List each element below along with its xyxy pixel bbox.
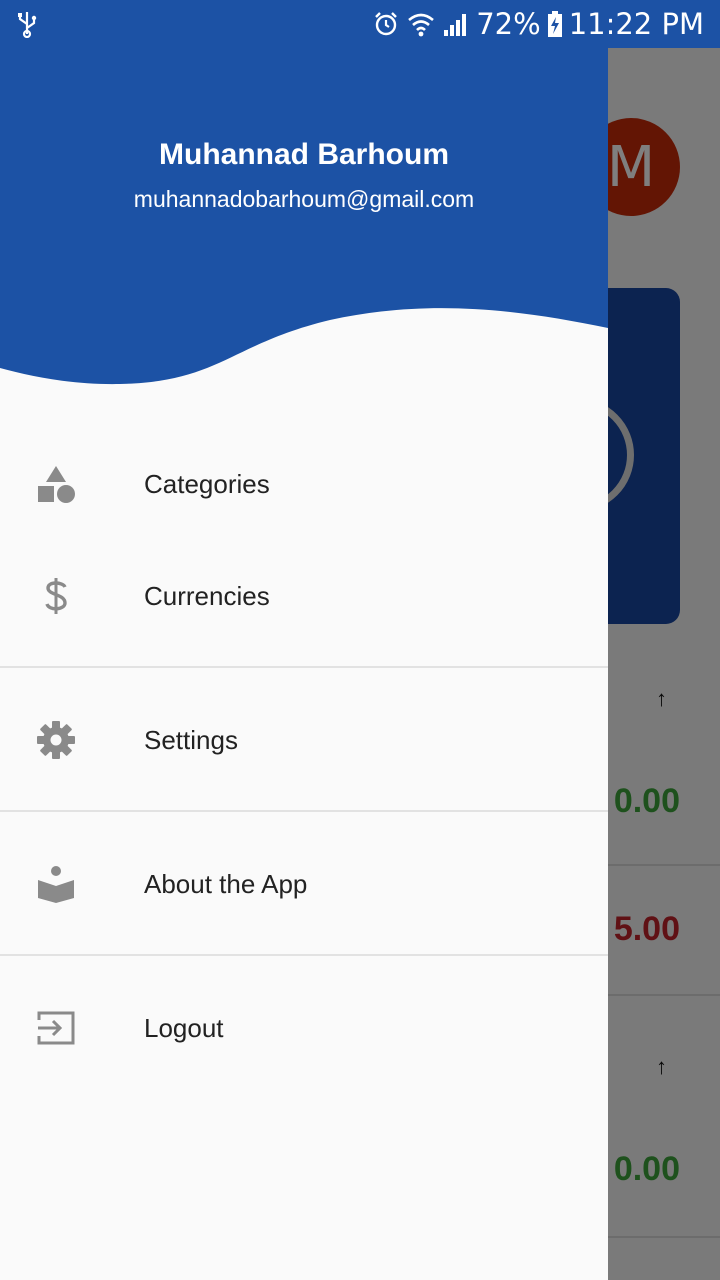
dollar-icon [36,576,76,616]
navigation-drawer: Muhannad Barhoum muhannadobarhoum@gmail.… [0,48,608,1280]
menu-item-logout[interactable]: Logout [0,972,608,1084]
shapes-icon [36,464,76,504]
usb-icon [18,12,37,38]
clock: 11:22 PM [568,7,704,41]
menu-label: About the App [144,868,308,899]
signal-icon [444,14,467,36]
battery-percent: 72% [476,7,541,41]
drawer-header: Muhannad Barhoum muhannadobarhoum@gmail.… [0,48,608,388]
menu-item-currencies[interactable]: Currencies [0,540,608,652]
menu-label: Logout [144,1012,224,1043]
header-wave-background [0,48,608,385]
status-bar: 72% 11:22 PM [0,0,720,48]
alarm-icon [375,12,398,36]
battery-charging-icon [547,11,562,37]
logout-icon [36,1008,76,1048]
menu-divider [0,666,608,668]
menu-label: Currencies [144,580,270,611]
reader-icon [36,864,76,904]
gear-icon [36,720,76,760]
menu-item-categories[interactable]: Categories [0,428,608,540]
user-name: Muhannad Barhoum [159,138,449,171]
menu-label: Settings [144,724,238,755]
menu-label: Categories [144,468,270,499]
menu-divider [0,954,608,956]
menu-divider [0,810,608,812]
wifi-icon [408,13,435,37]
menu-item-about[interactable]: About the App [0,828,608,940]
user-email: muhannadobarhoum@gmail.com [133,186,475,212]
menu-item-settings[interactable]: Settings [0,684,608,796]
